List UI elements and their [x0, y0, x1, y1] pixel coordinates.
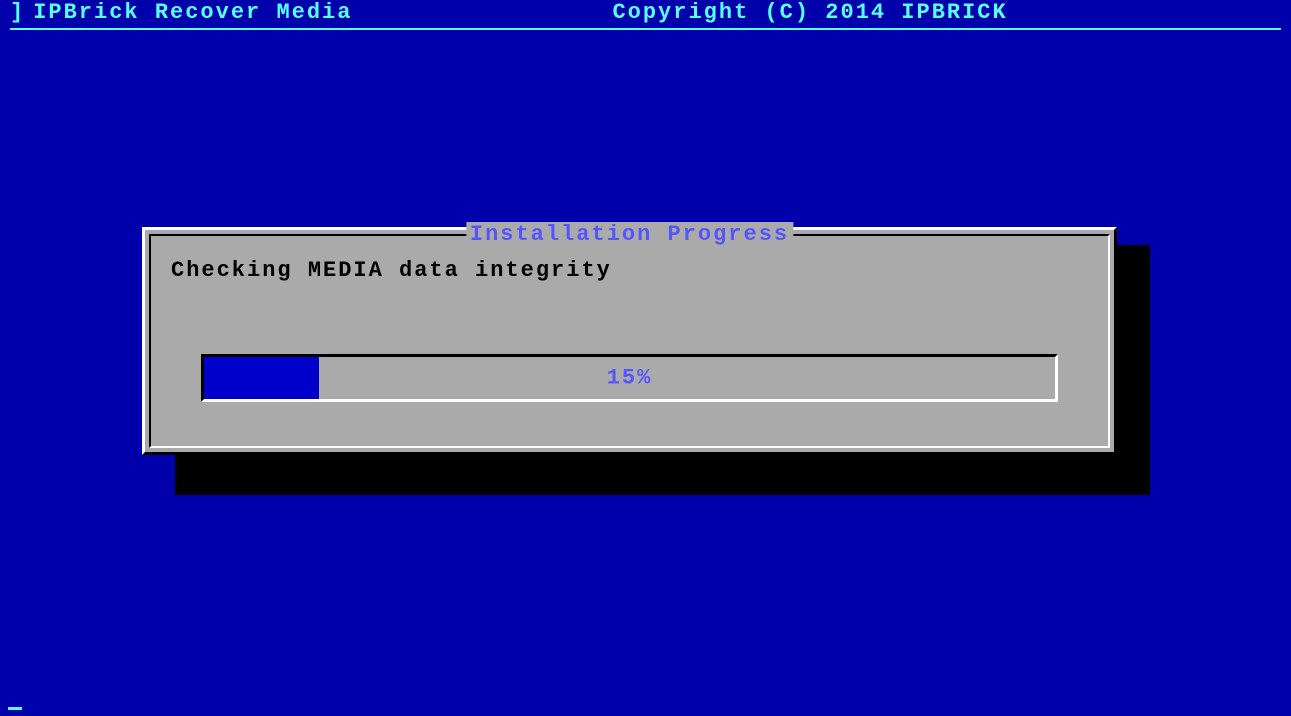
- header-divider: [10, 28, 1281, 30]
- progress-percentage: 15%: [607, 366, 653, 391]
- progress-bar: 15%: [201, 354, 1058, 402]
- progress-fill: [204, 357, 319, 399]
- header-bar: ] IPBrick Recover Media Copyright (C) 20…: [0, 0, 1291, 28]
- cursor-indicator: [8, 707, 22, 710]
- copyright-text: Copyright (C) 2014 IPBRICK: [612, 0, 1007, 25]
- app-title: IPBrick Recover Media: [33, 0, 352, 25]
- dialog-inner-frame: Installation Progress Checking MEDIA dat…: [149, 234, 1110, 448]
- progress-dialog: Installation Progress Checking MEDIA dat…: [142, 227, 1117, 455]
- status-message: Checking MEDIA data integrity: [171, 258, 612, 283]
- dialog-title: Installation Progress: [466, 222, 793, 247]
- header-bracket: ]: [10, 0, 25, 25]
